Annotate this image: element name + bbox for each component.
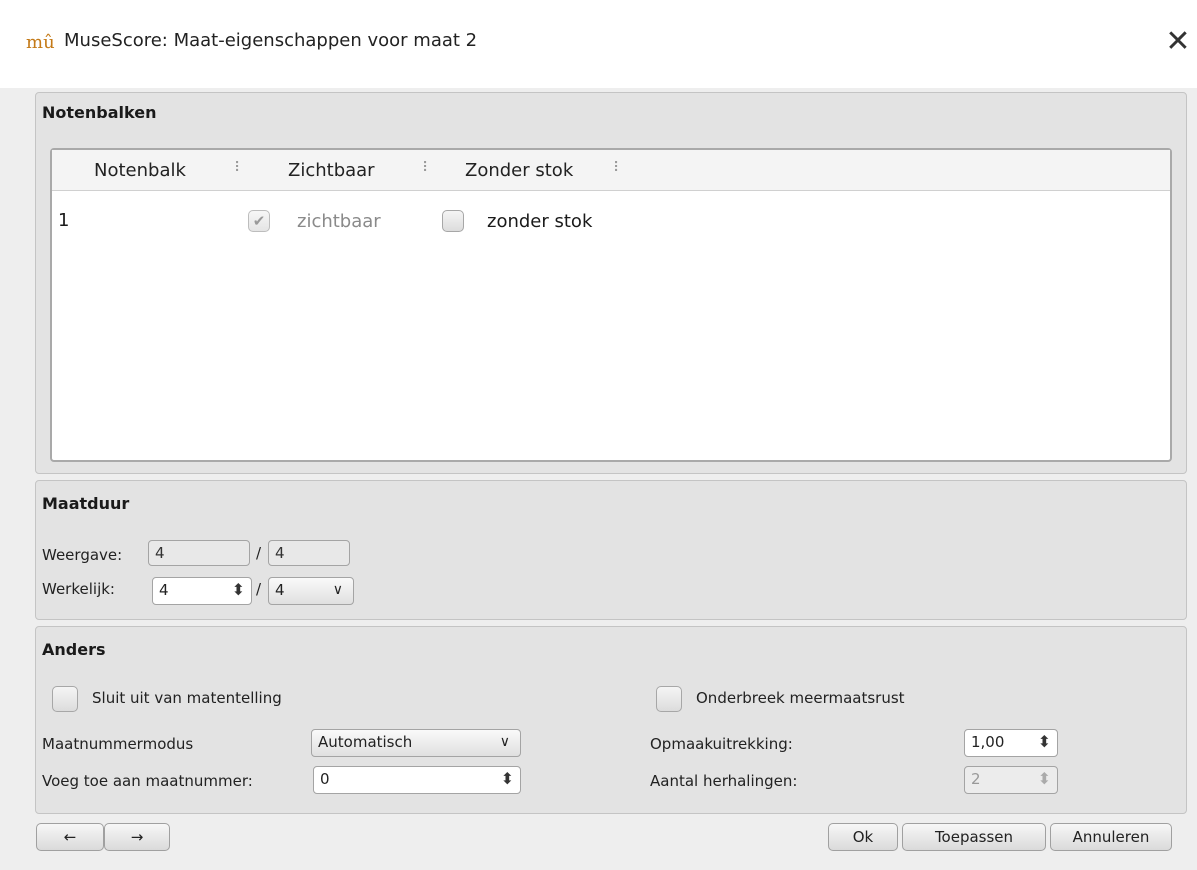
actual-numerator-value: 4 xyxy=(159,581,169,599)
musescore-app-icon: mû xyxy=(26,32,55,53)
add-to-number-spinbox[interactable]: 0 ⬍ xyxy=(313,766,521,794)
column-separator-icon[interactable]: ⠇ xyxy=(234,160,244,176)
nominal-label: Weergave: xyxy=(42,546,123,564)
actual-label: Werkelijk: xyxy=(42,580,115,598)
nominal-numerator-field[interactable]: 4 xyxy=(148,540,250,566)
slash-separator: / xyxy=(256,544,262,562)
break-mmrest-label: Onderbreek meermaatsrust xyxy=(696,689,905,707)
chevron-down-icon: ∨ xyxy=(499,734,510,750)
staves-group-title: Notenbalken xyxy=(42,103,157,122)
spin-arrows-icon[interactable]: ⬍ xyxy=(501,767,514,791)
duration-group-title: Maatduur xyxy=(42,494,130,513)
apply-button[interactable]: Toepassen xyxy=(902,823,1046,851)
chevron-down-icon: ∨ xyxy=(332,582,343,598)
layout-stretch-value: 1,00 xyxy=(971,733,1005,751)
exclude-from-count-checkbox[interactable] xyxy=(52,686,78,712)
repeat-count-label: Aantal herhalingen: xyxy=(650,772,798,790)
exclude-from-count-label: Sluit uit van matentelling xyxy=(92,689,282,707)
number-mode-combo[interactable]: Automatisch ∨ xyxy=(311,729,521,757)
repeat-count-spinbox: 2 ⬍ xyxy=(964,766,1058,794)
close-icon[interactable]: ✕ xyxy=(1163,22,1193,62)
column-separator-icon[interactable]: ⠇ xyxy=(613,160,623,176)
break-mmrest-checkbox[interactable] xyxy=(656,686,682,712)
nominal-denominator-field[interactable]: 4 xyxy=(268,540,350,566)
cancel-button[interactable]: Annuleren xyxy=(1050,823,1172,851)
add-to-number-label: Voeg toe aan maatnummer: xyxy=(42,772,253,790)
visible-checkbox: ✔ xyxy=(248,210,270,232)
checkmark-icon: ✔ xyxy=(252,212,266,230)
next-measure-button[interactable]: → xyxy=(104,823,170,851)
spin-arrows-icon[interactable]: ⬍ xyxy=(232,578,245,602)
stemless-checkbox[interactable] xyxy=(442,210,464,232)
window-title: MuseScore: Maat-eigenschappen voor maat … xyxy=(64,30,478,51)
stemless-label: zonder stok xyxy=(487,211,593,232)
slash-separator: / xyxy=(256,580,262,598)
column-separator-icon[interactable]: ⠇ xyxy=(422,160,432,176)
number-mode-value: Automatisch xyxy=(318,733,413,751)
staves-table-header xyxy=(52,150,1170,191)
column-header-stemless[interactable]: Zonder stok xyxy=(465,160,573,181)
staves-table xyxy=(50,148,1172,462)
column-header-staff[interactable]: Notenbalk xyxy=(94,160,186,181)
actual-denominator-combo[interactable]: 4 ∨ xyxy=(268,577,354,605)
other-group-title: Anders xyxy=(42,640,106,659)
layout-stretch-spinbox[interactable]: 1,00 ⬍ xyxy=(964,729,1058,757)
add-to-number-value: 0 xyxy=(320,770,330,788)
number-mode-label: Maatnummermodus xyxy=(42,735,194,753)
layout-stretch-label: Opmaakuitrekking: xyxy=(650,735,793,753)
ok-button[interactable]: Ok xyxy=(828,823,898,851)
visible-label: zichtbaar xyxy=(297,211,381,232)
staff-number-cell: 1 xyxy=(58,210,70,231)
spin-arrows-icon: ⬍ xyxy=(1037,769,1051,788)
spin-arrows-icon[interactable]: ⬍ xyxy=(1038,730,1051,754)
column-header-visible[interactable]: Zichtbaar xyxy=(288,160,375,181)
repeat-count-value: 2 xyxy=(971,770,981,788)
actual-denominator-value: 4 xyxy=(275,581,285,599)
previous-measure-button[interactable]: ← xyxy=(36,823,104,851)
actual-numerator-spinbox[interactable]: 4 ⬍ xyxy=(152,577,252,605)
